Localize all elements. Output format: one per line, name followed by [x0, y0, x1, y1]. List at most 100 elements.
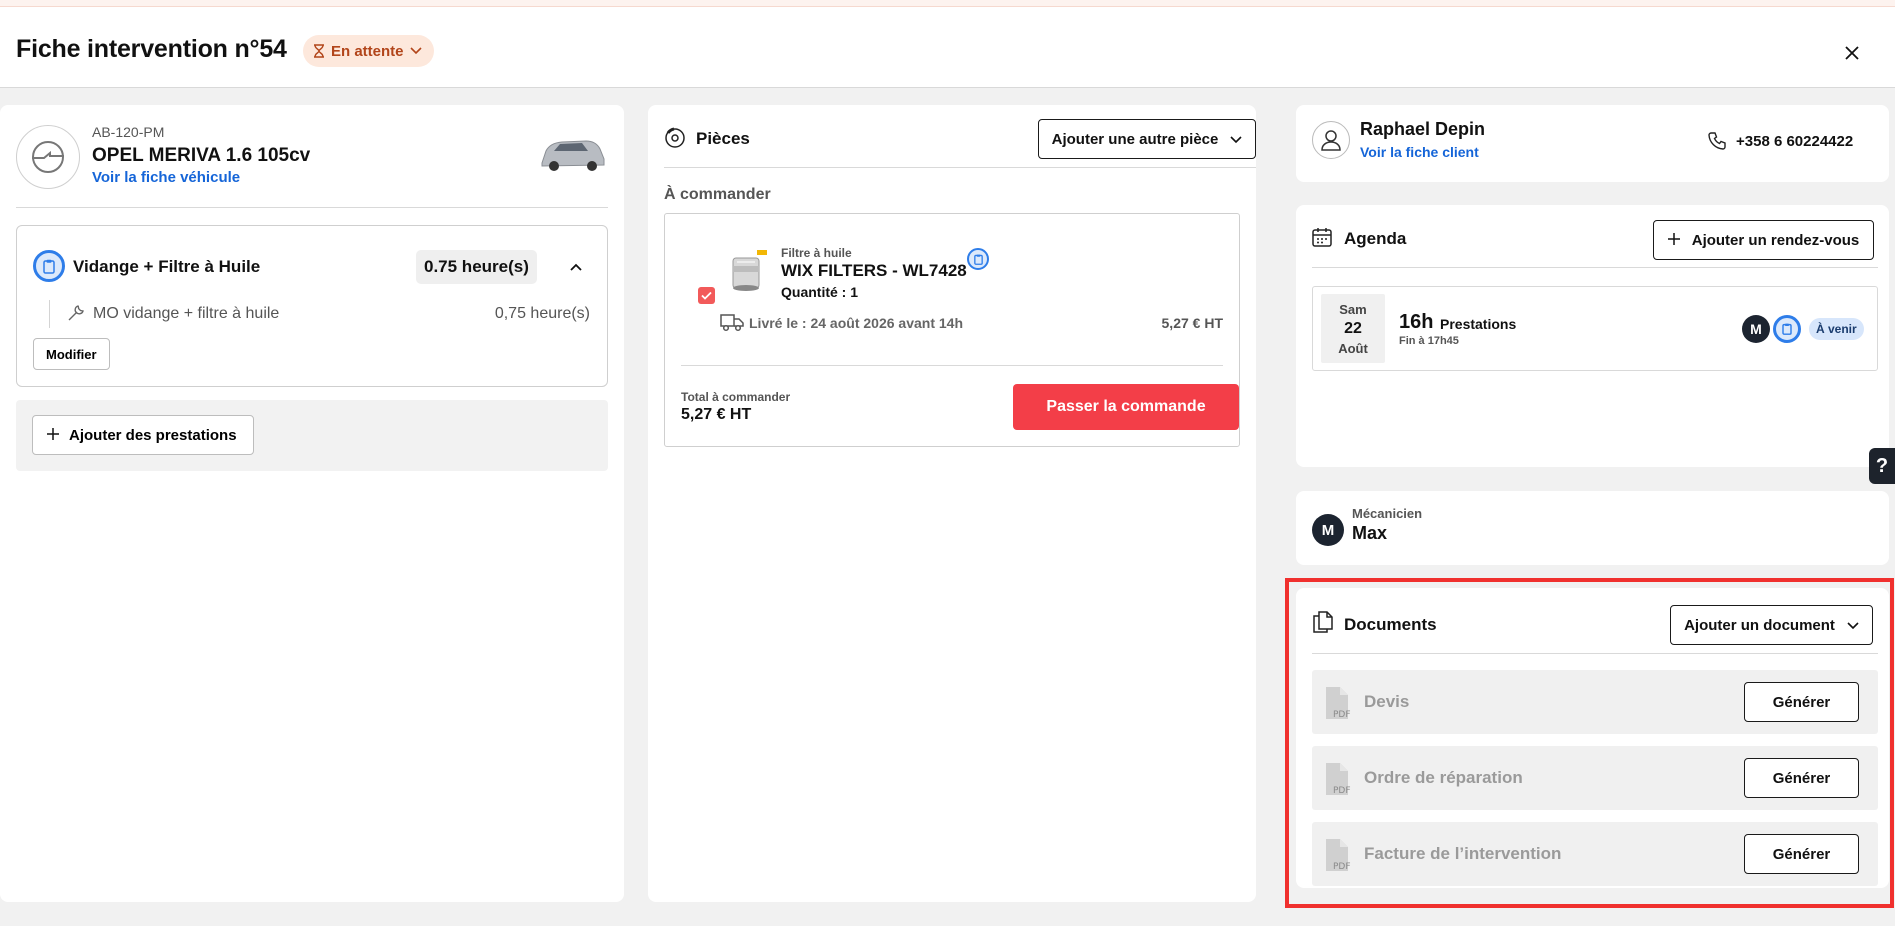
part-checkbox[interactable] — [698, 287, 715, 304]
clipboard-icon — [33, 250, 65, 282]
service-item-hours: 0,75 heure(s) — [494, 305, 590, 322]
vehicle-name: OPEL MERIVA 1.6 105cv — [92, 145, 311, 166]
pdf-icon: PDF — [1324, 762, 1354, 801]
document-row-devis: PDF Devis Générer — [1312, 670, 1878, 734]
add-part-label: Ajouter une autre pièce — [1051, 130, 1219, 148]
appointment-end: Fin à 17h45 — [1399, 335, 1459, 347]
avatar: M — [1742, 315, 1770, 343]
document-label: Facture de l’intervention — [1364, 844, 1562, 863]
add-document-dropdown[interactable]: Ajouter un document — [1670, 605, 1873, 645]
add-part-dropdown[interactable]: Ajouter une autre pièce — [1038, 119, 1256, 159]
user-icon — [1312, 121, 1350, 159]
document-row-repair-order: PDF Ordre de réparation Générer — [1312, 746, 1878, 810]
pdf-icon: PDF — [1324, 686, 1354, 725]
divider — [16, 207, 608, 208]
service-card: Vidange + Filtre à Huile 0.75 heure(s) M… — [16, 225, 608, 387]
divider — [1312, 653, 1878, 654]
collapse-button[interactable] — [565, 256, 587, 278]
parts-title: Pièces — [696, 129, 750, 148]
documents-panel: Documents Ajouter un document PDF Devis … — [1296, 588, 1889, 888]
svg-text:PDF: PDF — [1333, 710, 1351, 720]
client-panel: Raphael Depin Voir la fiche client +358 … — [1296, 105, 1889, 182]
brake-disc-icon — [664, 127, 686, 154]
appointment-date: Sam 22 Août — [1321, 294, 1385, 363]
hourglass-icon — [313, 44, 325, 58]
svg-text:PDF: PDF — [1333, 786, 1351, 796]
chevron-down-icon — [1230, 131, 1242, 148]
date-month: Août — [1338, 341, 1368, 356]
divider — [1312, 267, 1878, 268]
clipboard-icon — [1773, 315, 1801, 343]
appointment-card[interactable]: Sam 22 Août 16h Prestations Fin à 17h45 … — [1312, 286, 1878, 371]
status-badge[interactable]: En attente — [303, 35, 434, 67]
page-title: Fiche intervention n°54 — [16, 35, 287, 63]
mechanic-panel: M Mécanicien Max — [1296, 491, 1889, 565]
date-number: 22 — [1344, 320, 1362, 337]
calendar-icon — [1312, 227, 1332, 252]
chevron-down-icon — [409, 47, 422, 55]
appointment-time: 16h — [1399, 311, 1434, 333]
truck-icon — [720, 312, 744, 337]
agenda-title: Agenda — [1344, 229, 1407, 248]
to-order-heading: À commander — [664, 186, 771, 203]
svg-text:PDF: PDF — [1333, 862, 1351, 872]
generate-button[interactable]: Générer — [1744, 682, 1859, 722]
wrench-icon — [67, 304, 85, 327]
client-phone[interactable]: +358 6 60224422 — [1736, 133, 1853, 150]
part-name: WIX FILTERS - WL7428 — [781, 261, 967, 280]
total-value: 5,27 € HT — [681, 406, 752, 423]
chevron-up-icon — [570, 258, 582, 276]
add-services-button[interactable]: Ajouter des prestations — [32, 415, 254, 455]
car-image — [536, 135, 608, 180]
phone-icon — [1708, 132, 1726, 155]
add-appointment-label: Ajouter un rendez-vous — [1691, 231, 1860, 249]
date-day: Sam — [1339, 302, 1367, 317]
chevron-down-icon — [1847, 617, 1859, 634]
mechanic-label: Mécanicien — [1352, 506, 1423, 521]
documents-title: Documents — [1344, 615, 1437, 634]
add-services-label: Ajouter des prestations — [69, 426, 237, 444]
document-label: Devis — [1364, 692, 1410, 711]
appointment-kind: Prestations — [1440, 316, 1517, 332]
service-item-label: MO vidange + filtre à huile — [93, 305, 280, 322]
clipboard-icon — [967, 248, 989, 270]
brand-logo — [16, 125, 80, 189]
vehicle-plate: AB-120-PM — [92, 124, 165, 140]
generate-button[interactable]: Générer — [1744, 834, 1859, 874]
document-label: Ordre de réparation — [1364, 768, 1523, 787]
status-label: En attente — [331, 42, 404, 60]
top-strip — [0, 0, 1895, 7]
document-row-invoice: PDF Facture de l’intervention Générer — [1312, 822, 1878, 886]
help-button[interactable]: ? — [1869, 448, 1895, 484]
main-area: AB-120-PM OPEL MERIVA 1.6 105cv Voir la … — [0, 88, 1895, 926]
part-quantity: Quantité : 1 — [781, 284, 859, 300]
delivery-text: Livré le : 24 août 2026 avant 14h — [749, 315, 963, 331]
add-document-label: Ajouter un document — [1684, 616, 1835, 634]
client-link[interactable]: Voir la fiche client — [1360, 144, 1479, 160]
plus-icon — [47, 427, 59, 444]
close-button[interactable] — [1838, 41, 1866, 69]
vehicle-link[interactable]: Voir la fiche véhicule — [92, 169, 240, 186]
mechanic-avatar: M — [1312, 514, 1344, 546]
divider — [664, 167, 1256, 168]
service-title: Vidange + Filtre à Huile — [73, 257, 261, 276]
pdf-icon: PDF — [1324, 838, 1354, 877]
appointment-status: À venir — [1809, 318, 1864, 340]
plus-icon — [1667, 232, 1680, 249]
place-order-button[interactable]: Passer la commande — [1013, 384, 1239, 430]
tree-line — [49, 300, 50, 328]
part-price: 5,27 € HT — [1161, 315, 1223, 331]
divider — [681, 365, 1223, 366]
close-icon — [1845, 45, 1859, 65]
vehicle-panel: AB-120-PM OPEL MERIVA 1.6 105cv Voir la … — [0, 105, 624, 902]
mechanic-name: Max — [1352, 523, 1388, 543]
add-appointment-button[interactable]: Ajouter un rendez-vous — [1653, 220, 1874, 260]
oil-filter-image — [723, 248, 769, 301]
add-service-area: Ajouter des prestations — [16, 400, 608, 471]
total-label: Total à commander — [681, 390, 791, 404]
part-category: Filtre à huile — [781, 246, 852, 260]
header: Fiche intervention n°54 En attente — [0, 7, 1895, 88]
generate-button[interactable]: Générer — [1744, 758, 1859, 798]
modify-button[interactable]: Modifier — [33, 338, 110, 370]
agenda-panel: Agenda Ajouter un rendez-vous Sam 22 Aoû… — [1296, 205, 1889, 467]
